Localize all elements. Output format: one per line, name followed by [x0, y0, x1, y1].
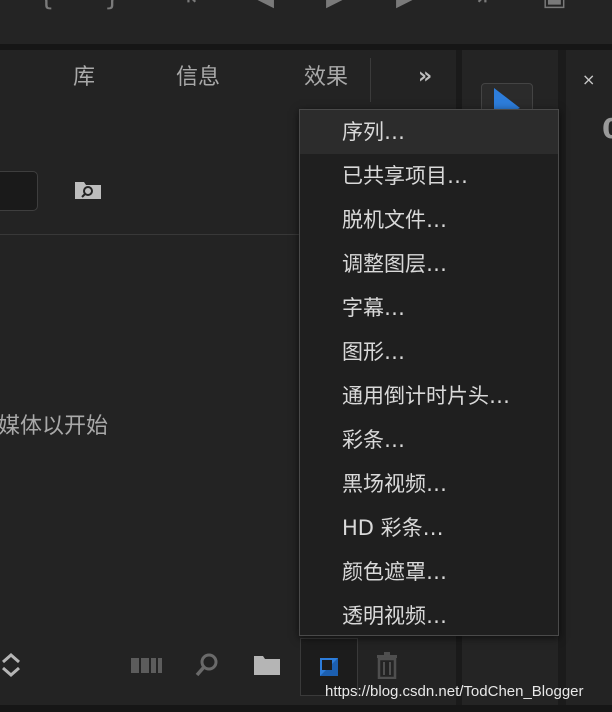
- menu-item-offline-file[interactable]: 脱机文件…: [300, 198, 558, 242]
- play-icon[interactable]: ▶: [326, 0, 346, 12]
- find-bin-icon[interactable]: [74, 180, 102, 200]
- step-back-icon[interactable]: ◀: [254, 0, 274, 12]
- bottom-edge: [0, 705, 612, 712]
- transport-bar: { } ⇤ ◀ ▶ ▶ ⇥ ▣: [0, 0, 612, 50]
- menu-item-black-video[interactable]: 黑场视频…: [300, 462, 558, 506]
- automate-to-sequence-icon[interactable]: [131, 655, 163, 675]
- new-bin-icon[interactable]: [253, 654, 281, 676]
- menu-item-color-matte[interactable]: 颜色遮罩…: [300, 550, 558, 594]
- tab-divider: [370, 58, 371, 102]
- tabs-overflow-button[interactable]: »: [418, 64, 432, 89]
- go-to-out-icon[interactable]: ⇥: [466, 0, 488, 12]
- menu-item-caption[interactable]: 字幕…: [300, 286, 558, 330]
- menu-item-countdown-leader[interactable]: 通用倒计时片头…: [300, 374, 558, 418]
- menu-item-transparent-video[interactable]: 透明视频…: [300, 594, 558, 638]
- panel-gutter-2[interactable]: [558, 50, 566, 705]
- close-icon[interactable]: ×: [582, 70, 595, 89]
- go-to-in-icon[interactable]: ⇤: [186, 0, 208, 12]
- program-panel-edge: × 0: [566, 50, 612, 705]
- new-item-menu: 序列… 已共享项目… 脱机文件… 调整图层… 字幕… 图形… 通用倒计时片头… …: [299, 109, 559, 636]
- timecode-fragment: 0: [602, 112, 612, 145]
- tab-effects[interactable]: 效果: [304, 64, 348, 92]
- new-item-icon: [320, 658, 338, 676]
- menu-item-sequence[interactable]: 序列…: [300, 110, 558, 154]
- empty-project-hint: 媒体以开始: [0, 414, 109, 439]
- watermark-text: https://blog.csdn.net/TodChen_Blogger: [325, 683, 584, 700]
- tab-info[interactable]: 信息: [176, 64, 220, 92]
- find-icon[interactable]: [195, 652, 219, 678]
- menu-item-shared-project[interactable]: 已共享项目…: [300, 154, 558, 198]
- step-forward-icon[interactable]: ▶: [396, 0, 416, 12]
- menu-item-graphic[interactable]: 图形…: [300, 330, 558, 374]
- export-frame-icon[interactable]: ▣: [542, 0, 567, 12]
- menu-item-hd-bars-tone[interactable]: HD 彩条…: [300, 506, 558, 550]
- search-input[interactable]: [0, 171, 38, 211]
- premiere-workspace: { } ⇤ ◀ ▶ ▶ ⇥ ▣ 库 信息 效果 » 媒体以开始: [0, 0, 612, 712]
- menu-item-bars-tone[interactable]: 彩条…: [300, 418, 558, 462]
- sort-chevron-icon[interactable]: [0, 652, 22, 678]
- mark-out-icon[interactable]: }: [104, 0, 121, 12]
- clear-trash-icon[interactable]: [376, 651, 398, 679]
- mark-in-icon[interactable]: {: [38, 0, 55, 12]
- menu-item-adjustment-layer[interactable]: 调整图层…: [300, 242, 558, 286]
- tab-library[interactable]: 库: [73, 64, 95, 92]
